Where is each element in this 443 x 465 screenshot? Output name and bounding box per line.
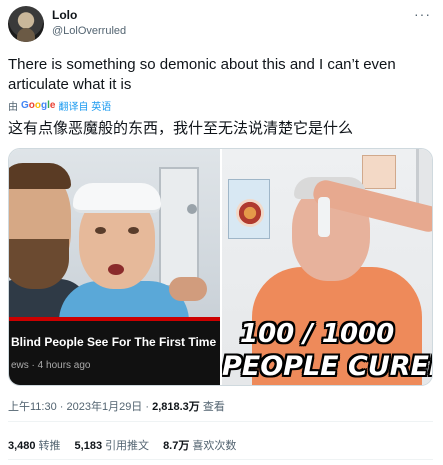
retweets-stat[interactable]: 3,480 转推 xyxy=(8,437,61,453)
tweet-time[interactable]: 上午11:30 · 2023年1月29日 · xyxy=(8,401,152,413)
man-figure-hair xyxy=(9,163,71,189)
translated-text: 这有点像恶魔般的东西，我什至无法说清楚它是什么 xyxy=(8,119,354,137)
tweet: Lolo @LolOverruled ··· There is somethin… xyxy=(0,0,443,465)
media-caption-line1: 100 / 1000 xyxy=(240,319,395,349)
boy-figure-eye xyxy=(95,227,106,234)
eye-cover-graphic xyxy=(318,197,330,237)
translation-attribution: 由 Google 翻译自 英语 xyxy=(8,98,111,113)
quotes-stat[interactable]: 5,183 引用推文 xyxy=(75,437,150,453)
tweet-media[interactable]: Blind People See For The First Time ews … xyxy=(8,148,433,386)
video-progress-bar xyxy=(9,317,220,321)
author-handle[interactable]: @LolOverruled xyxy=(52,25,126,37)
video-meta: ews · 4 hours ago xyxy=(11,360,91,371)
eye-diagram-graphic xyxy=(236,199,264,227)
boy-figure-eye xyxy=(128,227,139,234)
divider xyxy=(8,421,433,422)
quotes-count: 5,183 xyxy=(74,440,103,452)
views-count: 2,818.3万 xyxy=(152,401,200,413)
door-frame-graphic xyxy=(416,149,432,209)
retweets-label: 转推 xyxy=(38,440,61,452)
video-info-bar xyxy=(9,317,220,385)
likes-label: 喜欢次数 xyxy=(192,440,237,452)
likes-stat[interactable]: 8.7万 喜欢次数 xyxy=(163,437,236,453)
media-left-image[interactable]: Blind People See For The First Time ews … xyxy=(9,149,220,385)
author-name[interactable]: Lolo xyxy=(52,8,77,22)
views-label: 查看 xyxy=(199,401,225,413)
likes-count: 8.7万 xyxy=(163,440,190,452)
door-graphic xyxy=(159,167,199,287)
tweet-timestamp: 上午11:30 · 2023年1月29日 · 2,818.3万 查看 xyxy=(8,398,225,414)
tweet-text: There is something so demonic about this… xyxy=(8,56,396,93)
avatar[interactable] xyxy=(8,6,44,42)
divider xyxy=(8,459,433,460)
hand-figure xyxy=(169,277,207,301)
engagement-stats: 3,480 转推 5,183 引用推文 8.7万 喜欢次数 xyxy=(8,437,236,453)
video-title: Blind People See For The First Time xyxy=(11,335,217,349)
quotes-label: 引用推文 xyxy=(105,440,150,452)
media-caption-line2: PEOPLE CURED xyxy=(222,351,433,382)
wall-poster xyxy=(362,155,396,189)
boy-figure-mouth xyxy=(108,264,124,275)
translate-prefix: 由 xyxy=(8,102,18,113)
retweets-count: 3,480 xyxy=(8,440,36,452)
more-options-icon[interactable]: ··· xyxy=(414,6,431,22)
boy-figure-headband xyxy=(73,183,161,213)
google-logo: Google xyxy=(21,100,56,111)
door-knob-graphic xyxy=(187,204,197,214)
media-right-image[interactable]: 100 / 1000 PEOPLE CURED xyxy=(222,149,433,385)
translation-source-link[interactable]: 翻译自 英语 xyxy=(58,98,111,113)
